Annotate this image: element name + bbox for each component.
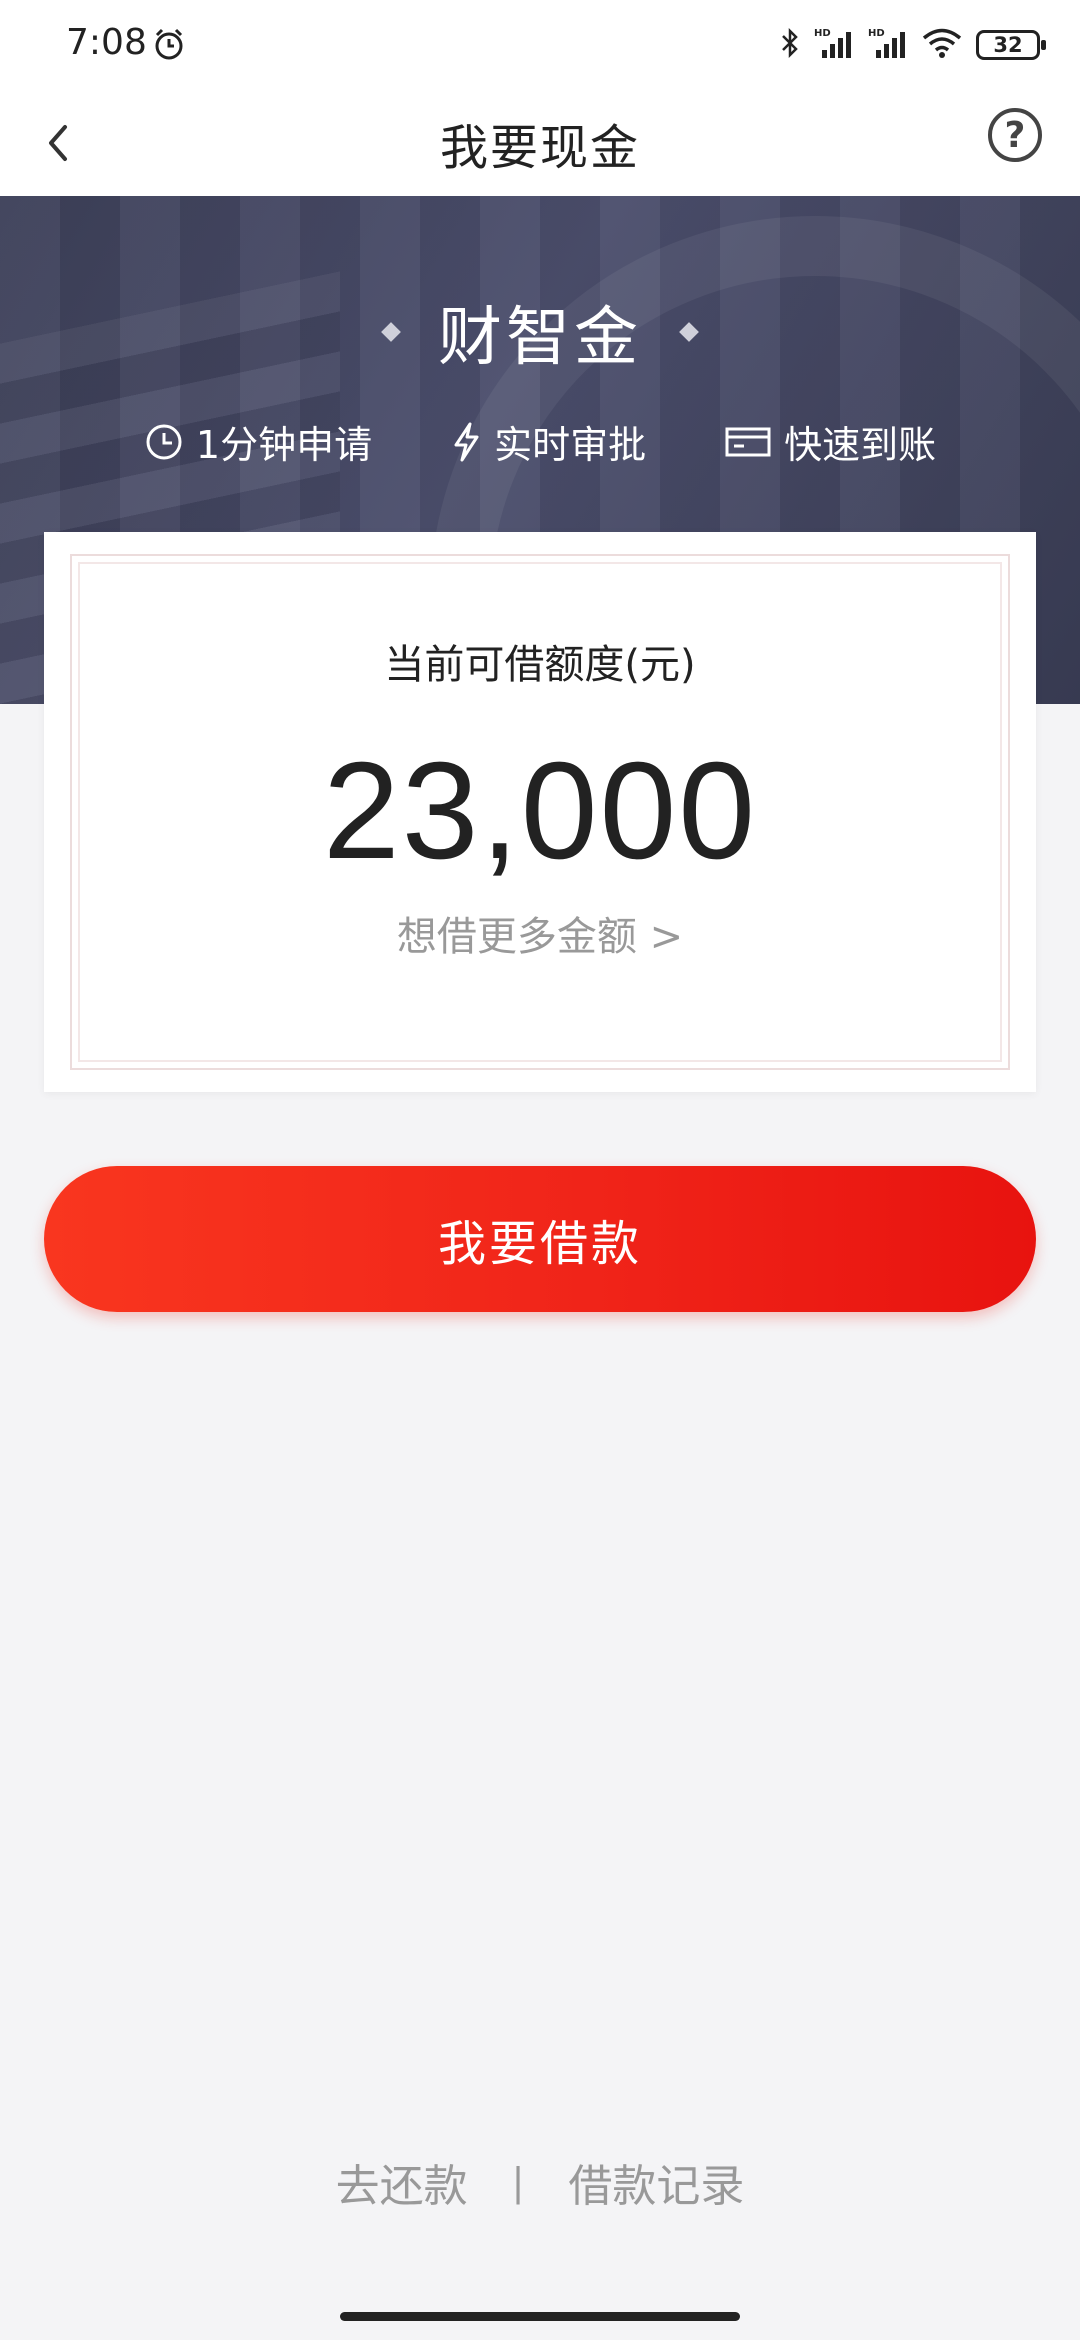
brand-row: 财智金	[0, 286, 1080, 378]
help-button[interactable]: ?	[988, 108, 1042, 162]
battery-icon: 32	[976, 30, 1046, 60]
status-icons: HD HD 32	[780, 26, 1046, 64]
credit-label: 当前可借额度(元)	[384, 642, 696, 688]
status-time: 7:08	[66, 22, 147, 63]
credit-card: 当前可借额度(元) 23,000 想借更多金额 >	[44, 532, 1036, 1092]
wifi-icon	[922, 27, 962, 63]
lightning-icon	[454, 422, 479, 461]
page-title: 我要现金	[439, 120, 640, 176]
svg-text:HD: HD	[814, 28, 831, 39]
feature-item: 快速到账	[724, 414, 936, 469]
brand-title: 财智金	[438, 301, 642, 375]
status-bar: 7:08 HD HD 32	[0, 0, 1080, 90]
card-icon	[725, 427, 771, 456]
clock-icon	[146, 424, 182, 459]
home-indicator[interactable]	[340, 2312, 740, 2321]
signal-hd-icon: HD	[868, 26, 908, 64]
divider: |	[511, 2160, 525, 2204]
feature-list: 1分钟申请 实时审批 快速到账	[0, 414, 1080, 469]
footer-links: 去还款 | 借款记录	[0, 2150, 1080, 2214]
feature-label: 1分钟申请	[195, 423, 373, 467]
feature-item: 实时审批	[450, 414, 646, 469]
svg-text:HD: HD	[868, 28, 885, 39]
diamond-icon	[381, 322, 401, 342]
feature-label: 实时审批	[494, 423, 647, 467]
feature-item: 1分钟申请	[144, 414, 372, 469]
feature-label: 快速到账	[784, 423, 937, 467]
loan-records-link[interactable]: 借款记录	[568, 2150, 744, 2214]
repay-link[interactable]: 去还款	[336, 2150, 468, 2214]
borrow-button[interactable]: 我要借款	[44, 1166, 1036, 1312]
bluetooth-icon	[780, 27, 800, 63]
diamond-icon	[679, 322, 699, 342]
signal-hd-icon: HD	[814, 26, 854, 64]
credit-amount: 23,000	[322, 734, 758, 888]
alarm-icon	[152, 27, 186, 65]
more-amount-link[interactable]: 想借更多金额 >	[44, 904, 1036, 962]
nav-bar: 我要现金 ?	[0, 90, 1080, 196]
question-icon: ?	[1004, 114, 1026, 156]
